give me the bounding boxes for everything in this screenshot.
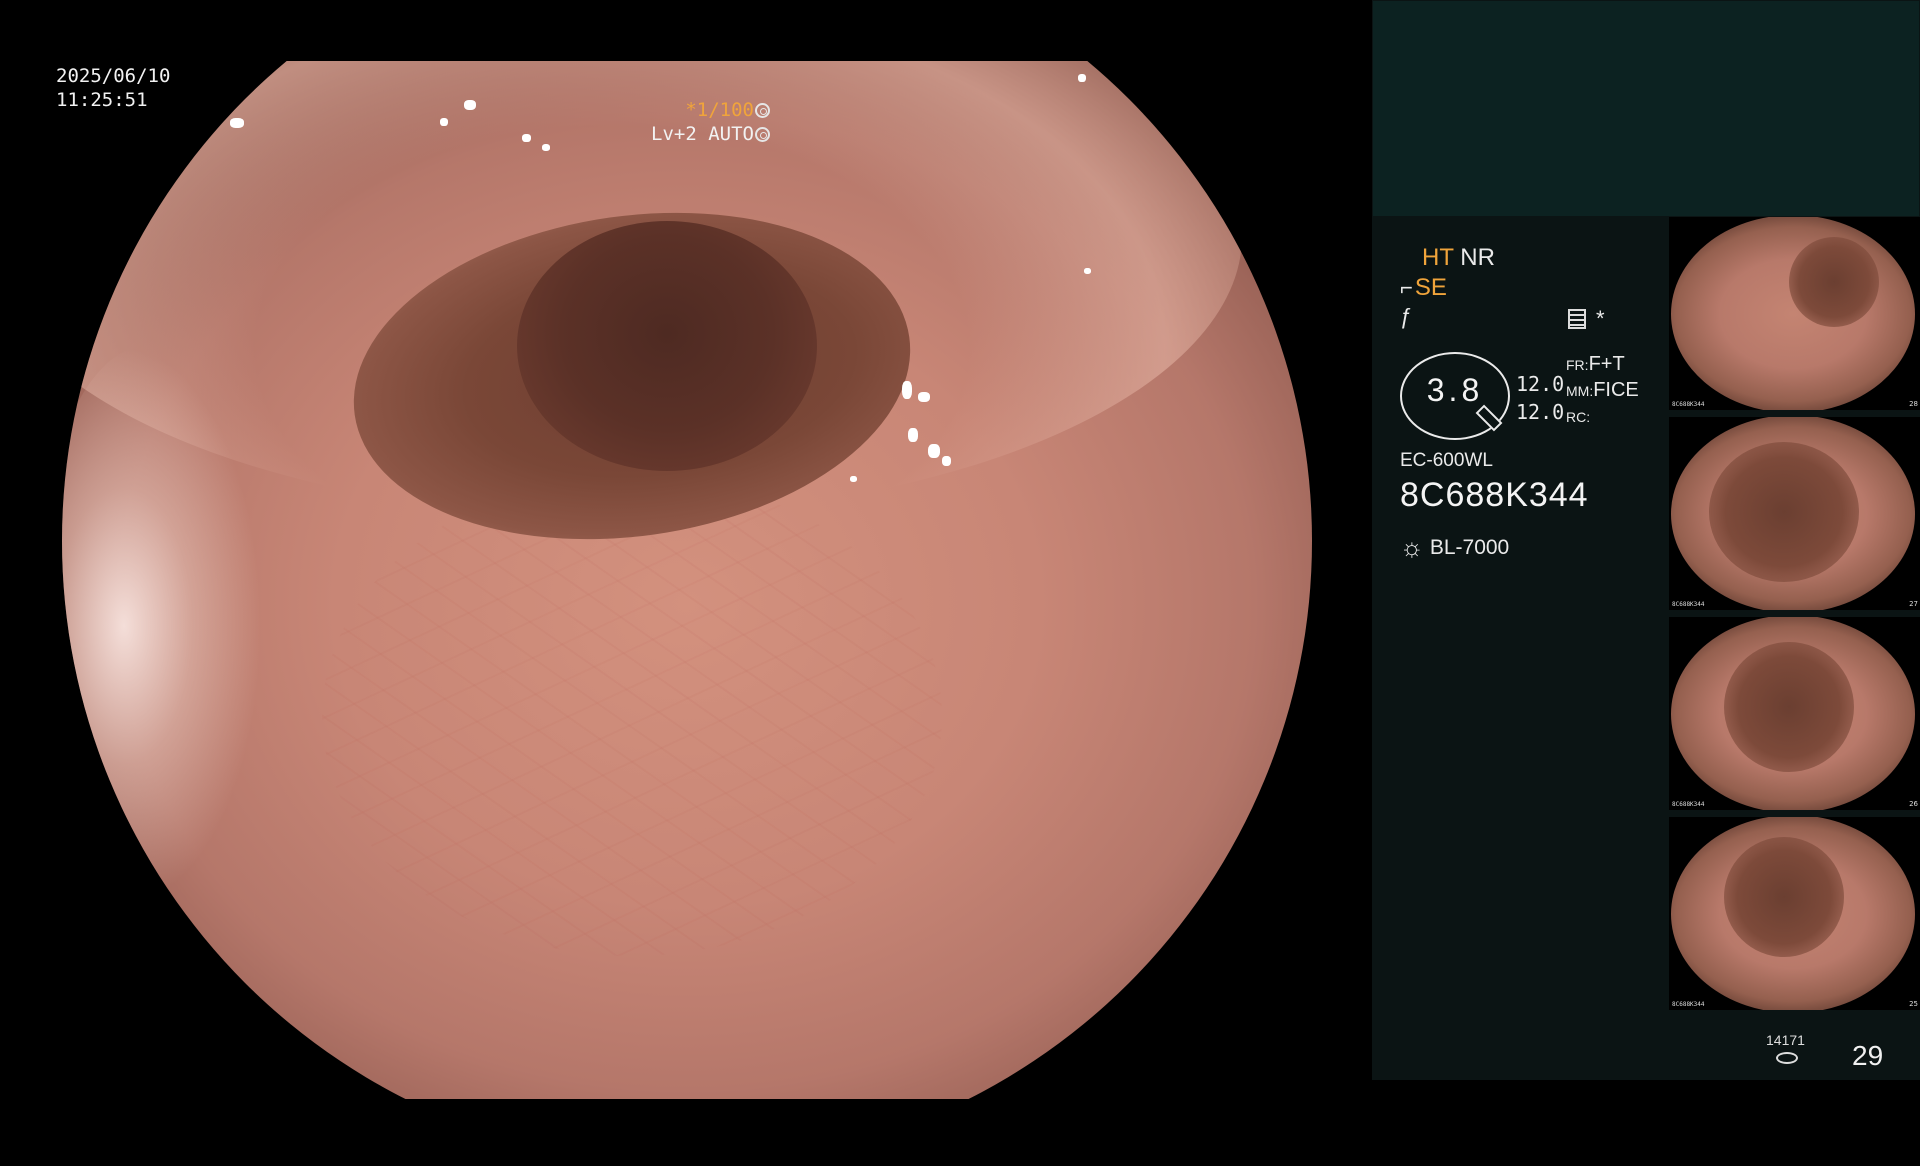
value-top: 12.0 <box>1516 372 1565 396</box>
thumb-number: 25 <box>1909 1000 1918 1008</box>
thumb-serial: 8C688K344 <box>1672 401 1705 408</box>
date-text: 2025/06/10 <box>56 65 171 87</box>
mm-value: FICE <box>1593 379 1639 401</box>
reflection-speck <box>1078 74 1086 82</box>
reflection-speck <box>902 381 912 399</box>
gauge-value: 3.8 <box>1426 372 1484 408</box>
reflection-speck <box>542 144 550 151</box>
level-text: Lv+2 AUTO <box>651 123 754 145</box>
timestamp: 2025/06/10 11:25:51 <box>56 64 170 112</box>
thumbnail-strip: 8C688K344 28 8C688K344 27 8C688K344 26 8… <box>1669 217 1920 1017</box>
thumb-serial: 8C688K344 <box>1672 801 1705 808</box>
reflection-speck <box>942 456 951 466</box>
thumb-serial: 8C688K344 <box>1672 601 1705 608</box>
thumb-serial: 8C688K344 <box>1672 1001 1705 1008</box>
thumbnail[interactable]: 8C688K344 25 <box>1669 817 1920 1010</box>
shutter-speed: *1/100 <box>685 99 754 121</box>
reflection-speck <box>928 444 940 458</box>
rc-key: RC: <box>1566 409 1591 425</box>
reflection-speck <box>464 100 476 110</box>
menu-list-icon <box>1568 309 1586 329</box>
endoscope-view: 2025/06/10 11:25:51 *1/100 Lv+2 AUTO <box>0 0 1372 1099</box>
light-source: BL-7000 <box>1429 536 1510 559</box>
thumb-number: 27 <box>1909 600 1918 608</box>
disk-icon <box>1776 1052 1798 1064</box>
iris-icon <box>755 127 770 142</box>
endoscope-image <box>62 61 1312 1099</box>
mm-key: MM: <box>1566 383 1594 399</box>
lumen-inner <box>517 221 817 471</box>
nr-indicator: NR <box>1460 244 1495 271</box>
fr-key: FR: <box>1566 357 1589 373</box>
storage-count: 14171 <box>1766 1032 1805 1048</box>
image-count: 29 <box>1852 1040 1884 1071</box>
thumbnail[interactable]: 8C688K344 26 <box>1669 617 1920 810</box>
reflection-speck <box>850 476 857 482</box>
aperture-icon <box>755 103 770 118</box>
scope-curve-icon: ⌐ <box>1400 275 1413 300</box>
panel-header <box>1373 1 1919 216</box>
thumbnail[interactable]: 8C688K344 28 <box>1669 217 1920 410</box>
exposure-info: *1/100 Lv+2 AUTO <box>651 98 770 146</box>
reflection-speck <box>522 134 531 142</box>
reflection-speck <box>1084 268 1091 274</box>
scope-model: EC-600WL <box>1400 450 1493 471</box>
fr-value: F+T <box>1588 353 1625 375</box>
asterisk-indicator: * <box>1596 306 1605 331</box>
thumbnail[interactable]: 8C688K344 27 <box>1669 417 1920 610</box>
thumb-number: 26 <box>1909 800 1918 808</box>
value-bottom: 12.0 <box>1516 400 1565 424</box>
reflection-speck <box>440 118 448 126</box>
sun-icon: ☼ <box>1400 532 1424 562</box>
ht-indicator: HT <box>1422 244 1454 271</box>
reflection-speck <box>230 118 244 128</box>
reflection-speck <box>918 392 930 402</box>
time-text: 11:25:51 <box>56 89 148 111</box>
vascular-pattern <box>322 476 942 956</box>
scope-serial: 8C688K344 <box>1400 476 1589 514</box>
f-mode-icon: ƒ <box>1400 304 1413 329</box>
reflection-speck <box>908 428 918 442</box>
se-indicator: SE <box>1414 274 1447 301</box>
thumb-number: 28 <box>1909 400 1918 408</box>
